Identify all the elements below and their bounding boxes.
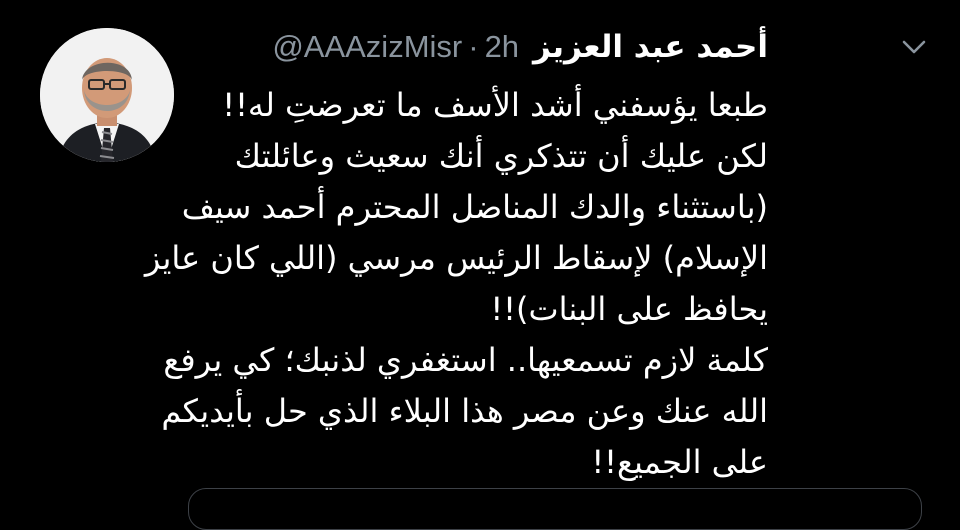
timestamp[interactable]: 2h <box>485 29 519 65</box>
tweet-line: الإسلام) لإسقاط الرئيس مرسي (اللي كان عا… <box>144 239 768 277</box>
tweet-line: كلمة لازم تسمعيها.. استغفري لذنبك؛ كي ير… <box>163 341 768 379</box>
tweet-line: على الجميع!! <box>591 443 768 481</box>
tweet-line: (باستثناء والدك المناضل المحترم أحمد سيف <box>181 188 768 226</box>
tweet-meta: @AAAzizMisr · 2h <box>272 29 519 65</box>
more-options-button[interactable] <box>900 36 928 58</box>
chevron-down-icon <box>902 40 926 54</box>
tweet-text: طبعا يؤسفني أشد الأسف ما تعرضتِ له!! لكن… <box>68 80 768 488</box>
tweet-line: الله عنك وعن مصر هذا البلاء الذي حل بأيد… <box>161 392 768 430</box>
tweet-line: لكن عليك أن تتذكري أنك سعيث وعائلتك <box>234 137 768 175</box>
meta-separator: · <box>468 29 479 64</box>
tweet-line: يحافظ على البنات)!! <box>490 290 768 328</box>
tweet-line: طبعا يؤسفني أشد الأسف ما تعرضتِ له!! <box>222 86 768 124</box>
tweet-header: أحمد عبد العزيز @AAAzizMisr · 2h <box>48 24 768 70</box>
display-name[interactable]: أحمد عبد العزيز <box>533 29 768 65</box>
quoted-tweet-card[interactable] <box>188 488 922 530</box>
handle[interactable]: @AAAzizMisr <box>272 29 462 65</box>
tweet[interactable]: أحمد عبد العزيز @AAAzizMisr · 2h طبعا يؤ… <box>0 0 960 530</box>
